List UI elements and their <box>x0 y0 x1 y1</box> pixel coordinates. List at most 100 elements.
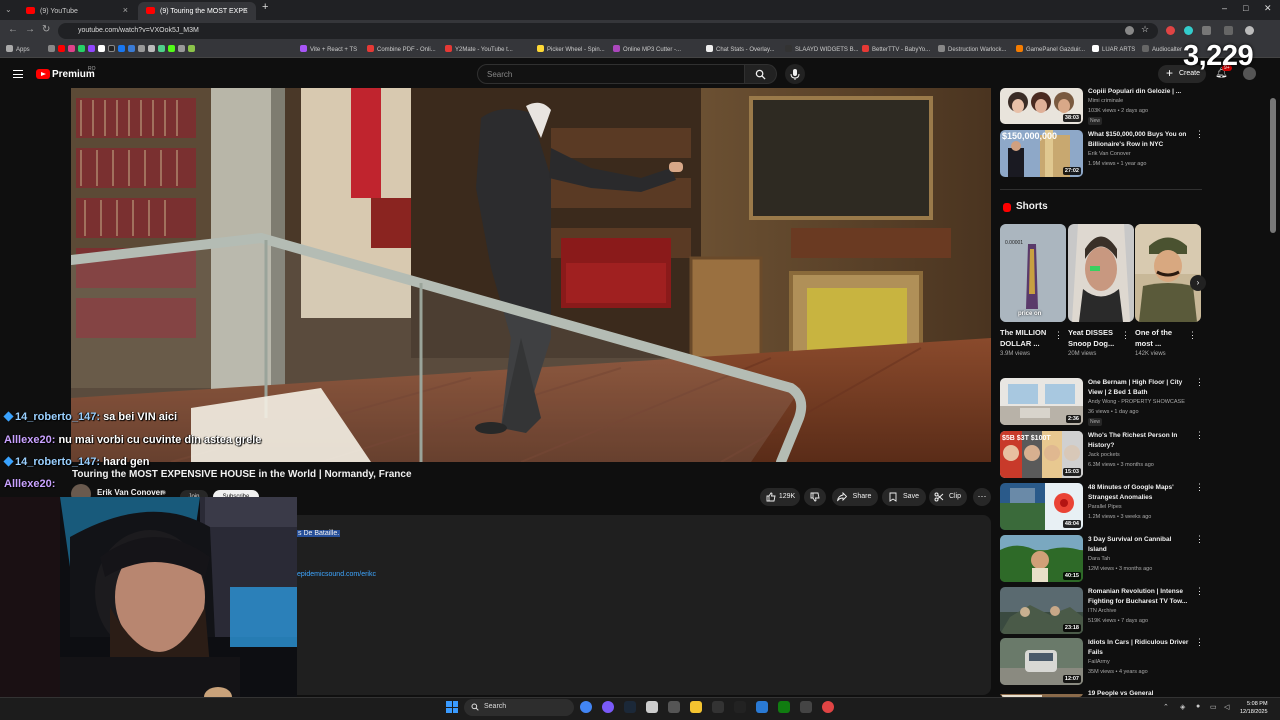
recommended-video[interactable]: $5B $3T $100T 15:03 Who's The Richest Pe… <box>1000 431 1204 479</box>
video-title[interactable]: Idiots In Cars | Ridiculous Driver Fails <box>1088 638 1192 658</box>
more-vertical-icon[interactable]: ⋮ <box>1188 330 1197 341</box>
new-tab-button[interactable]: + <box>262 1 268 13</box>
recommended-video[interactable]: 23:18 Romanian Revolution | Intense Figh… <box>1000 587 1204 635</box>
app-icon[interactable] <box>822 701 834 713</box>
menu-icon[interactable] <box>13 70 23 78</box>
tray-icon[interactable]: ● <box>1196 703 1200 710</box>
more-vertical-icon[interactable]: ⋮ <box>1121 330 1130 341</box>
search-button[interactable] <box>745 64 777 84</box>
bookmark-betterttv[interactable]: BetterTTV - BabyYo... <box>862 45 930 53</box>
tab-video[interactable]: (9) Touring the MOST EXPE × <box>138 2 256 20</box>
more-actions-button[interactable]: ⋯ <box>973 488 991 506</box>
share-button[interactable]: Share <box>832 488 878 506</box>
taskbar-search[interactable]: Search <box>464 699 574 716</box>
more-vertical-icon[interactable]: ⋮ <box>1195 535 1204 544</box>
recommended-video[interactable]: $150,000,000 27:02 What $150,000,000 Buy… <box>1000 130 1204 178</box>
extension-icon[interactable] <box>1184 26 1193 35</box>
channel-name[interactable]: Mimi criminale <box>1088 98 1123 104</box>
video-title[interactable]: 19 People vs General <box>1088 689 1192 697</box>
channel-name[interactable]: ITN Archive <box>1088 608 1116 614</box>
video-thumbnail[interactable]: 38:03 <box>1000 88 1083 124</box>
profile-avatar-icon[interactable] <box>1245 26 1254 35</box>
app-icon[interactable] <box>712 701 724 713</box>
app-icon[interactable] <box>734 701 746 713</box>
bookmark-apps[interactable]: Apps <box>6 45 30 53</box>
bookmark-picker-wheel[interactable]: Picker Wheel - Spin... <box>537 45 605 53</box>
page-scrollbar[interactable] <box>1270 98 1276 233</box>
app-icon[interactable] <box>602 701 614 713</box>
video-thumbnail[interactable]: $5B $3T $100T 15:03 <box>1000 431 1083 478</box>
install-icon[interactable] <box>1125 26 1134 35</box>
channel-name[interactable]: Erik Van Conover <box>1088 151 1131 157</box>
more-vertical-icon[interactable]: ⋮ <box>1195 378 1204 387</box>
app-icon[interactable] <box>800 701 812 713</box>
video-thumbnail[interactable]: 12:07 <box>1000 638 1083 685</box>
channel-name[interactable]: FailArmy <box>1088 659 1110 665</box>
tab-list-icon[interactable]: ⌄ <box>2 2 12 20</box>
bookmark-luar-arts[interactable]: LUAR ARTS <box>1092 45 1135 53</box>
more-vertical-icon[interactable]: ⋮ <box>1195 587 1204 596</box>
extensions-puzzle-icon[interactable] <box>1202 26 1211 35</box>
more-vertical-icon[interactable]: ⋮ <box>1195 638 1204 647</box>
voice-search-button[interactable] <box>785 64 805 84</box>
recommended-video[interactable]: 19 People vs General <box>1000 689 1202 697</box>
shorts-next-button[interactable]: › <box>1190 275 1206 291</box>
bookmark-vite[interactable]: Vite + React + TS <box>300 45 357 53</box>
recommended-video[interactable]: 48:04 48 Minutes of Google Maps' Strange… <box>1000 483 1204 531</box>
more-vertical-icon[interactable]: ⋮ <box>1195 431 1204 440</box>
video-title[interactable]: Who's The Richest Person In History? <box>1088 431 1192 451</box>
video-thumbnail[interactable]: 40:15 <box>1000 535 1083 582</box>
channel-name[interactable]: Andy Wong - PROPERTY SHOWCASE <box>1088 399 1185 405</box>
more-vertical-icon[interactable]: ⋮ <box>1054 330 1063 341</box>
video-title[interactable]: One Bernam | High Floor | City View | 2 … <box>1088 378 1192 398</box>
video-thumbnail[interactable]: 48:04 <box>1000 483 1083 530</box>
app-icon[interactable] <box>756 701 768 713</box>
bookmark-destruction[interactable]: Destruction Warlock... <box>938 45 1006 53</box>
back-icon[interactable]: ← <box>8 24 18 35</box>
short-title[interactable]: One of the most ... <box>1135 327 1191 349</box>
close-tab-icon[interactable]: × <box>123 5 128 15</box>
bookmark-mp3-cutter[interactable]: Online MP3 Cutter -... <box>613 45 681 53</box>
recommended-video[interactable]: 40:15 3 Day Survival on Cannibal Island … <box>1000 535 1204 583</box>
bookmark-y2mate[interactable]: Y2Mate - YouTube t... <box>445 45 513 53</box>
bookmark-star-icon[interactable]: ☆ <box>1141 24 1150 34</box>
bookmark-icons-row[interactable] <box>48 45 198 53</box>
tab-youtube[interactable]: (9) YouTube × <box>18 2 136 20</box>
save-button[interactable]: Save <box>882 488 926 506</box>
minimize-button[interactable]: – <box>1222 3 1227 13</box>
short-title[interactable]: Yeat DISSES Snoop Dog... <box>1068 327 1124 349</box>
chrome-icon[interactable] <box>580 701 592 713</box>
bookmark-gamepanel[interactable]: GamePanel Gazduir... <box>1016 45 1085 53</box>
video-player[interactable] <box>71 88 991 462</box>
search-input[interactable]: Search <box>477 64 745 84</box>
short-title[interactable]: The MILLION DOLLAR ... <box>1000 327 1056 349</box>
more-vertical-icon[interactable]: ⋮ <box>1195 483 1204 492</box>
clip-button[interactable]: Clip <box>929 488 967 506</box>
app-icon[interactable] <box>668 701 680 713</box>
channel-name[interactable]: Dara Tah <box>1088 556 1110 562</box>
sidebar-panel-icon[interactable] <box>1224 26 1233 35</box>
network-icon[interactable]: ▭ <box>1210 703 1217 711</box>
forward-icon[interactable]: → <box>25 24 35 35</box>
channel-name[interactable]: Jack pockets <box>1088 452 1120 458</box>
clock[interactable]: 5:08 PM 12/18/2025 <box>1240 700 1268 716</box>
tray-icon[interactable]: ◈ <box>1180 703 1185 711</box>
youtube-logo-icon[interactable] <box>36 69 50 79</box>
short-thumbnail[interactable] <box>1135 224 1201 322</box>
extension-icon[interactable] <box>1166 26 1175 35</box>
url-field[interactable]: youtube.com/watch?v=VXOok5J_M3M <box>58 23 1158 39</box>
file-explorer-icon[interactable] <box>690 701 702 713</box>
xbox-icon[interactable] <box>778 701 790 713</box>
tray-overflow-icon[interactable]: ⌃ <box>1163 703 1169 711</box>
bookmark-widgets[interactable]: SLAAYD WIDGETS B... <box>785 45 859 53</box>
description-link[interactable]: epidemicsound.com/erikc <box>297 571 376 578</box>
recommended-video[interactable]: 38:03 Copiii Populari din Gelozie | ... … <box>1000 88 1202 126</box>
bookmark-chat-stats[interactable]: Chat Stats - Overlay... <box>706 45 775 53</box>
video-thumbnail[interactable]: 23:18 <box>1000 587 1083 634</box>
short-thumbnail[interactable] <box>1068 224 1134 322</box>
video-title[interactable]: 3 Day Survival on Cannibal Island <box>1088 535 1192 555</box>
recommended-video[interactable]: 12:07 Idiots In Cars | Ridiculous Driver… <box>1000 638 1204 686</box>
short-thumbnail[interactable]: 0.00001 price on <box>1000 224 1066 322</box>
volume-icon[interactable]: ◁ <box>1224 703 1229 711</box>
channel-name[interactable]: Parallel Pipes <box>1088 504 1122 510</box>
